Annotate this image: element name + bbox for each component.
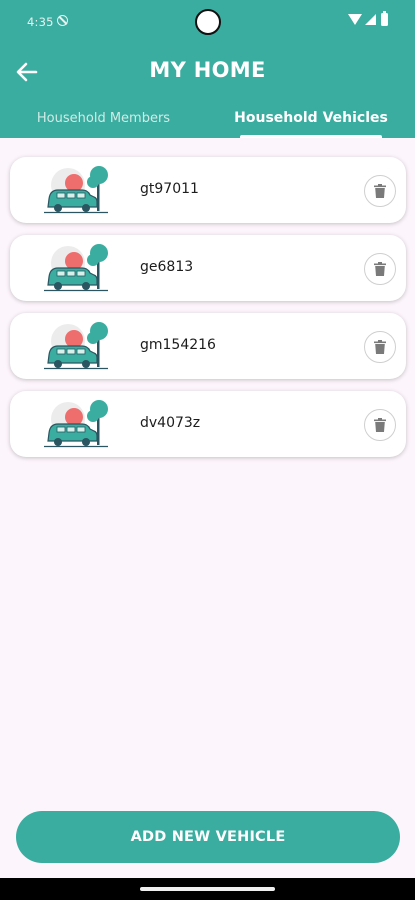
vehicle-card[interactable]: gm154216: [10, 313, 406, 379]
vehicle-plate: dv4073z: [140, 415, 201, 431]
car-illustration-icon: [44, 244, 108, 292]
tab-bar: Household Members Household Vehicles: [0, 104, 415, 138]
screen: 4:35 MY HOME Household Members Household…: [0, 0, 415, 900]
delete-vehicle-button[interactable]: [364, 253, 396, 285]
car-illustration-icon: [44, 322, 108, 370]
status-time: 4:35: [27, 15, 54, 29]
do-not-disturb-icon: [57, 15, 68, 26]
trash-icon: [374, 262, 386, 276]
vehicle-plate: ge6813: [140, 259, 194, 275]
trash-icon: [374, 184, 386, 198]
car-illustration-icon: [44, 166, 108, 214]
trash-icon: [374, 418, 386, 432]
delete-vehicle-button[interactable]: [364, 409, 396, 441]
vehicle-card[interactable]: gt97011: [10, 157, 406, 223]
wifi-icon: [348, 14, 362, 25]
page-title: MY HOME: [149, 58, 266, 82]
system-navigation-bar: [0, 878, 415, 900]
vehicle-plate: gm154216: [140, 337, 216, 353]
delete-vehicle-button[interactable]: [364, 331, 396, 363]
tab-indicator: [240, 135, 382, 138]
tab-household-vehicles[interactable]: Household Vehicles: [207, 104, 415, 138]
vehicle-card[interactable]: dv4073z: [10, 391, 406, 457]
trash-icon: [374, 340, 386, 354]
app-header: 4:35 MY HOME Household Members Household…: [0, 0, 415, 138]
car-illustration-icon: [44, 400, 108, 448]
delete-vehicle-button[interactable]: [364, 175, 396, 207]
home-gesture-handle[interactable]: [140, 887, 275, 891]
vehicle-plate: gt97011: [140, 181, 199, 197]
camera-cutout: [195, 9, 221, 35]
signal-icon: [365, 14, 376, 25]
add-new-vehicle-button[interactable]: ADD NEW VEHICLE: [16, 811, 400, 863]
vehicle-card[interactable]: ge6813: [10, 235, 406, 301]
status-bar: 4:35: [0, 0, 415, 42]
battery-icon: [381, 11, 388, 26]
tab-household-members[interactable]: Household Members: [0, 104, 207, 138]
